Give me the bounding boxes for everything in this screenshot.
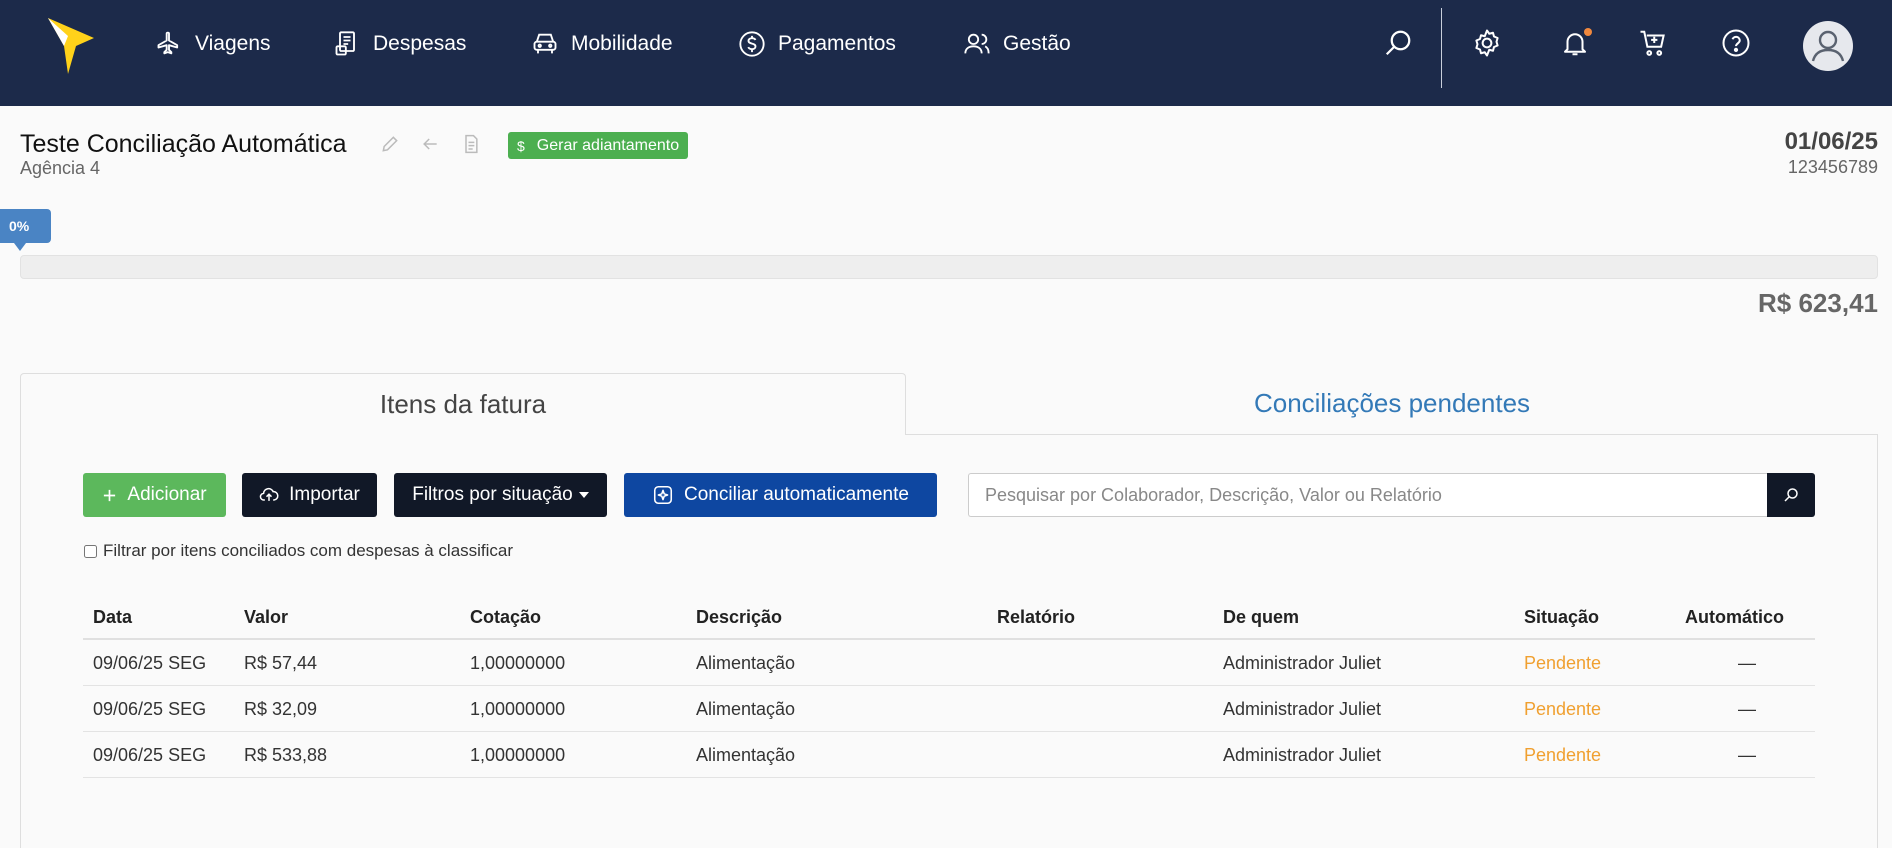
column-header-valor[interactable]: Valor xyxy=(244,607,288,628)
nav-item-viagens[interactable]: Viagens xyxy=(155,28,271,60)
car-icon xyxy=(533,33,557,54)
nav-item-gestao[interactable]: Gestão xyxy=(963,28,1071,60)
progress-percent-badge: 0% xyxy=(0,209,51,243)
dollar-circle-icon xyxy=(739,31,765,57)
gear-icon[interactable] xyxy=(1470,26,1504,60)
table-header: Data Valor Cotação Descrição Relatório D… xyxy=(83,595,1815,640)
nav-item-mobilidade[interactable]: Mobilidade xyxy=(531,28,673,60)
nav-label: Despesas xyxy=(373,32,467,55)
cell-automatico: — xyxy=(1738,699,1756,719)
cell-descricao: Alimentação xyxy=(696,699,796,719)
column-header-de-quem[interactable]: De quem xyxy=(1223,607,1299,628)
cell-de-quem: Administrador Juliet xyxy=(1223,699,1382,719)
invoice-items-table: Data Valor Cotação Descrição Relatório D… xyxy=(83,595,1815,778)
filter-label: Filtros por situação xyxy=(412,484,573,505)
nav-label: Mobilidade xyxy=(571,32,673,55)
column-header-descricao[interactable]: Descrição xyxy=(696,607,782,628)
tab-conciliacoes-pendentes[interactable]: Conciliações pendentes xyxy=(906,373,1878,435)
classify-filter-checkbox-row[interactable]: Filtrar por itens conciliados com despes… xyxy=(84,541,513,561)
cell-descricao: Alimentação xyxy=(696,745,796,765)
caret-down-icon xyxy=(578,492,589,498)
nav-label: Gestão xyxy=(1003,32,1071,55)
cell-valor: R$ 32,09 xyxy=(244,699,318,719)
avatar-icon[interactable] xyxy=(1803,21,1853,71)
cell-situacao: Pendente xyxy=(1524,653,1602,673)
tab-itens-da-fatura[interactable]: Itens da fatura xyxy=(20,373,906,435)
page-title: Teste Conciliação Automática xyxy=(20,130,347,158)
table-row[interactable]: 09/06/25 SEG R$ 57,44 1,00000000 Aliment… xyxy=(83,640,1815,686)
search-button[interactable] xyxy=(1767,473,1815,517)
column-header-situacao[interactable]: Situação xyxy=(1524,607,1599,628)
cell-situacao: Pendente xyxy=(1524,745,1602,765)
import-label: Importar xyxy=(289,484,360,505)
column-header-data[interactable]: Data xyxy=(93,607,132,628)
agency-subtitle: Agência 4 xyxy=(20,158,101,178)
bell-icon[interactable] xyxy=(1558,26,1592,60)
receipt-icon xyxy=(335,31,355,56)
column-header-relatorio[interactable]: Relatório xyxy=(997,607,1075,628)
nav-divider xyxy=(1441,8,1442,88)
plus-icon xyxy=(104,489,116,501)
nav-label: Pagamentos xyxy=(778,32,896,55)
cell-situacao: Pendente xyxy=(1524,699,1602,719)
cell-de-quem: Administrador Juliet xyxy=(1223,653,1382,673)
cell-data: 09/06/25 SEG xyxy=(93,745,207,765)
total-amount: R$ 623,41 xyxy=(1758,288,1878,318)
dollar-icon: $ xyxy=(517,137,525,154)
column-header-automatico[interactable]: Automático xyxy=(1685,607,1784,628)
edit-icon[interactable] xyxy=(379,133,401,155)
nav-item-despesas[interactable]: Despesas xyxy=(333,28,466,60)
table-row[interactable]: 09/06/25 SEG R$ 533,88 1,00000000 Alimen… xyxy=(83,732,1815,778)
advance-label: Gerar adiantamento xyxy=(536,136,680,154)
cell-valor: R$ 533,88 xyxy=(244,745,328,765)
search-icon[interactable] xyxy=(1381,26,1415,60)
report-date: 01/06/25 xyxy=(1784,128,1878,155)
classify-filter-checkbox[interactable] xyxy=(84,544,97,558)
nav-item-pagamentos[interactable]: Pagamentos xyxy=(738,28,896,60)
report-code: 123456789 xyxy=(1787,157,1878,177)
import-button[interactable]: Importar xyxy=(242,473,377,517)
status-filter-dropdown[interactable]: Filtros por situação xyxy=(394,473,607,517)
logo-icon[interactable] xyxy=(46,16,96,78)
column-header-cotacao[interactable]: Cotação xyxy=(470,607,541,628)
airplane-icon xyxy=(157,31,179,55)
nav-label: Viagens xyxy=(195,32,271,55)
checkbox-label: Filtrar por itens conciliados com despes… xyxy=(103,541,514,560)
cell-cotacao: 1,00000000 xyxy=(470,745,566,765)
cell-automatico: — xyxy=(1738,653,1756,673)
search-input[interactable] xyxy=(968,473,1767,517)
cell-descricao: Alimentação xyxy=(696,653,796,673)
cell-valor: R$ 57,44 xyxy=(244,653,318,673)
notification-dot xyxy=(1584,28,1592,36)
cell-cotacao: 1,00000000 xyxy=(470,653,566,673)
add-button[interactable]: Adicionar xyxy=(83,473,226,517)
cell-cotacao: 1,00000000 xyxy=(470,699,566,719)
cloud-upload-icon xyxy=(259,487,279,501)
cell-de-quem: Administrador Juliet xyxy=(1223,745,1382,765)
help-icon[interactable] xyxy=(1719,26,1753,60)
cart-icon[interactable] xyxy=(1636,26,1670,60)
add-label: Adicionar xyxy=(127,484,207,505)
generate-advance-button[interactable]: $ Gerar adiantamento xyxy=(508,132,689,159)
cell-automatico: — xyxy=(1738,745,1756,765)
top-navbar: Viagens Despesas Mobilidade Pagamentos G… xyxy=(0,0,1892,106)
auto-reconcile-label: Conciliar automaticamente xyxy=(684,484,909,505)
table-row[interactable]: 09/06/25 SEG R$ 32,09 1,00000000 Aliment… xyxy=(83,686,1815,732)
cell-data: 09/06/25 SEG xyxy=(93,699,207,719)
back-arrow-icon[interactable] xyxy=(419,133,441,155)
cell-data: 09/06/25 SEG xyxy=(93,653,207,673)
auto-reconcile-button[interactable]: Conciliar automaticamente xyxy=(624,473,937,517)
progress-badge-arrow xyxy=(14,243,26,251)
sparkle-icon xyxy=(653,485,673,505)
search-icon xyxy=(1784,488,1798,502)
progress-bar xyxy=(20,255,1878,279)
document-icon[interactable] xyxy=(460,133,482,155)
users-icon xyxy=(964,33,990,54)
